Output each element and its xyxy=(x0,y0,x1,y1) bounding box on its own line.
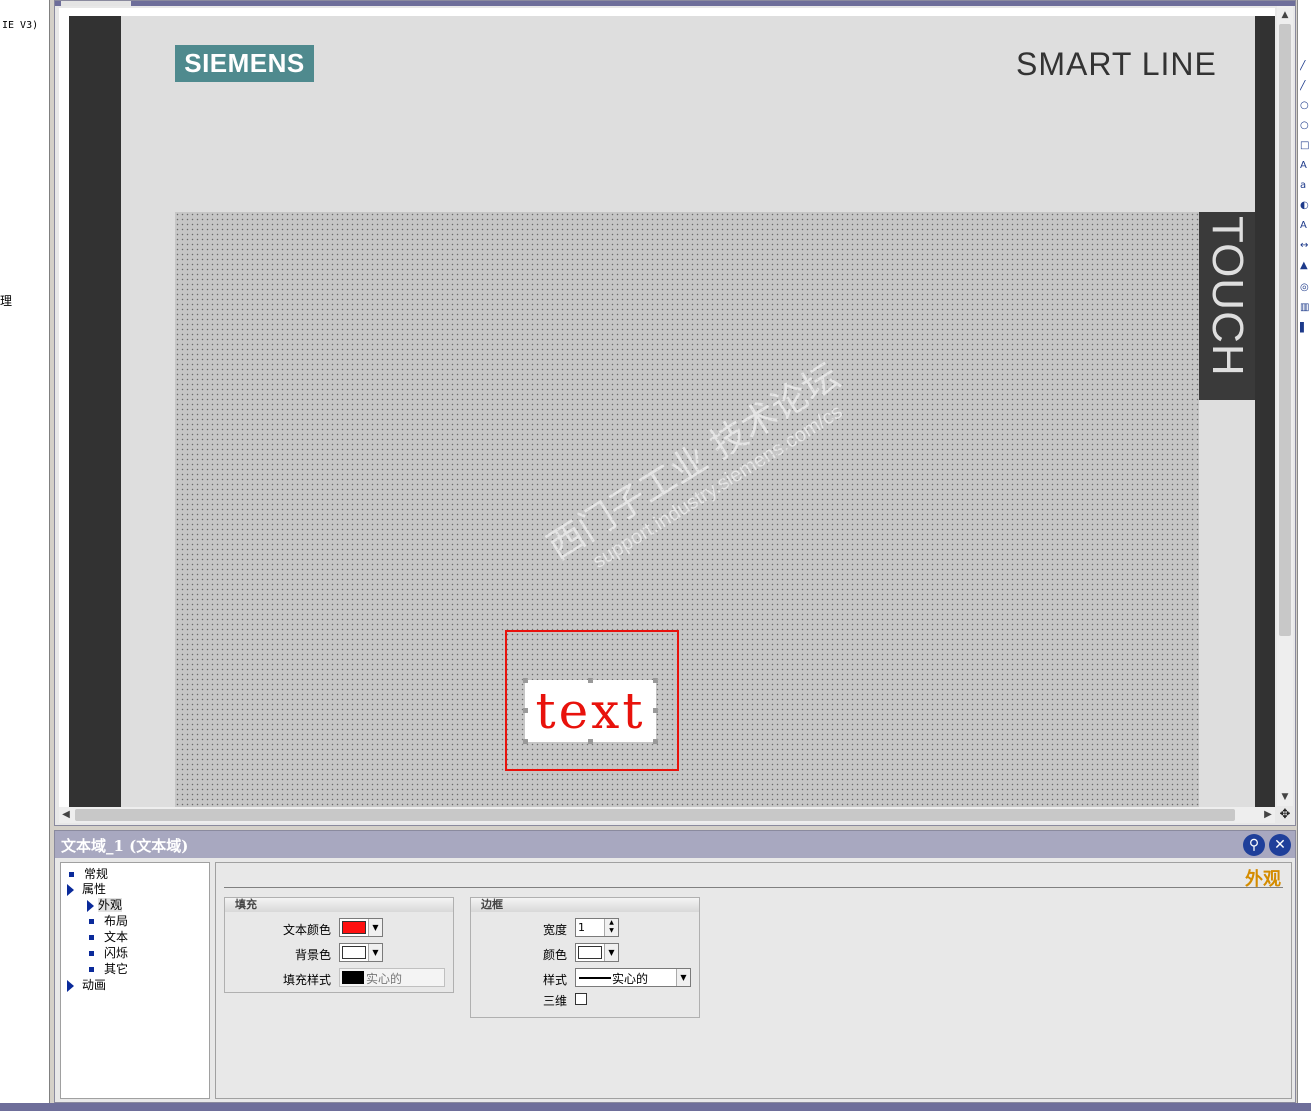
properties-title-bar: 文本域_1 (文本域) ⚲ ✕ xyxy=(55,831,1295,858)
fill-group: 填充 文本颜色 ▼ 背景色 ▼ 填充样式 实心的 xyxy=(224,897,454,993)
scroll-right-icon[interactable]: ▶ xyxy=(1261,807,1275,823)
border-style-value: 实心的 xyxy=(612,972,649,986)
fill-group-title: 填充 xyxy=(225,898,453,912)
touch-label: TOUCH xyxy=(1203,216,1252,377)
tree-item-appearance[interactable]: 外观 xyxy=(87,896,123,913)
border-width-label: 宽度 xyxy=(542,923,567,937)
chevron-down-icon[interactable]: ▼ xyxy=(368,919,382,936)
io-field-tool-icon[interactable]: a xyxy=(1300,180,1310,192)
editor-tab[interactable] xyxy=(61,1,131,6)
chevron-down-icon[interactable]: ▼ xyxy=(604,944,618,961)
polyline-tool-icon[interactable]: ╱ xyxy=(1300,80,1310,92)
rectangle-tool-icon[interactable]: □ xyxy=(1300,140,1310,152)
fill-style-label: 填充样式 xyxy=(282,973,331,987)
stepper-arrows-icon[interactable]: ▲ ▼ xyxy=(604,919,618,936)
fill-style-value: 实心的 xyxy=(366,972,403,986)
border-group: 边框 宽度 1 ▲ ▼ 颜色 ▼ 样式 实心的 ▼ 三维 xyxy=(470,897,700,1018)
border-width-stepper[interactable]: 1 ▲ ▼ xyxy=(575,918,619,937)
date-time-tool-icon[interactable]: ◎ xyxy=(1300,282,1310,294)
divider xyxy=(224,887,1283,888)
scroll-thumb[interactable] xyxy=(1279,24,1291,636)
screen-editor: SIEMENS SMART LINE TOUCH text 西门子工业 技术论坛… xyxy=(54,0,1296,826)
graphic-io-tool-icon[interactable]: ↔ xyxy=(1300,240,1310,252)
line-style-preview xyxy=(579,977,611,979)
three-d-label: 三维 xyxy=(542,994,567,1008)
color-swatch xyxy=(342,921,366,934)
tree-item-animation[interactable]: 动画 xyxy=(67,976,106,993)
selection-handle[interactable] xyxy=(653,708,658,713)
bar-tool-icon[interactable]: ▥ xyxy=(1300,302,1310,314)
chevron-down-icon[interactable]: ▼ xyxy=(368,944,382,961)
line-tool-icon[interactable]: ╱ xyxy=(1300,60,1310,72)
text-tool-icon[interactable]: A xyxy=(1300,160,1310,172)
tree-text: IE V3) xyxy=(2,20,39,31)
ellipse-tool-icon[interactable]: ○ xyxy=(1300,100,1310,112)
design-canvas[interactable]: SIEMENS SMART LINE TOUCH text 西门子工业 技术论坛… xyxy=(59,8,1275,808)
properties-content: 外观 填充 文本颜色 ▼ 背景色 ▼ 填充样式 实心的 边框 宽度 1 ▲ ▼ … xyxy=(215,862,1292,1099)
text-color-label: 文本颜色 xyxy=(282,923,331,937)
product-line-label: SMART LINE xyxy=(1016,46,1217,82)
properties-title: 文本域_1 (文本域) xyxy=(61,837,189,855)
selection-handle[interactable] xyxy=(588,678,593,683)
border-width-value: 1 xyxy=(578,921,585,934)
color-swatch xyxy=(342,946,366,959)
toolbox-strip: ╱ ╱ ○ ○ □ A a ◐ A ↔ ▲ ◎ ▥ ▌ xyxy=(1297,0,1311,1111)
border-style-select[interactable]: 实心的 ▼ xyxy=(575,968,691,987)
close-icon[interactable]: ✕ xyxy=(1269,834,1291,856)
pan-move-icon[interactable]: ✥ xyxy=(1277,807,1293,823)
border-style-label: 样式 xyxy=(542,973,567,987)
scroll-down-icon[interactable]: ▼ xyxy=(1279,790,1291,804)
color-swatch xyxy=(342,971,364,984)
tree-item-misc[interactable]: 其它 xyxy=(89,960,128,977)
border-color-picker[interactable]: ▼ xyxy=(575,943,619,962)
button-tool-icon[interactable]: ◐ xyxy=(1300,200,1310,212)
hmi-screen-area[interactable] xyxy=(175,212,1199,808)
scroll-thumb[interactable] xyxy=(75,809,1235,821)
selection-handle[interactable] xyxy=(523,708,528,713)
selection-handle[interactable] xyxy=(523,739,528,744)
symbolic-io-tool-icon[interactable]: A xyxy=(1300,220,1310,232)
text-color-picker[interactable]: ▼ xyxy=(339,918,383,937)
circle-tool-icon[interactable]: ○ xyxy=(1300,120,1310,132)
expand-arrow-icon xyxy=(67,979,74,992)
selection-handle[interactable] xyxy=(588,739,593,744)
tree-item-layout[interactable]: 布局 xyxy=(89,912,128,929)
vertical-scrollbar[interactable]: ▲ ▼ xyxy=(1277,6,1293,806)
border-color-label: 颜色 xyxy=(542,948,567,962)
graphic-view-tool-icon[interactable]: ▲ xyxy=(1300,260,1310,272)
switch-tool-icon[interactable]: ▌ xyxy=(1300,322,1310,334)
expand-arrow-icon xyxy=(67,883,74,896)
scroll-left-icon[interactable]: ◀ xyxy=(59,807,73,823)
border-group-title: 边框 xyxy=(471,898,699,912)
selection-handle[interactable] xyxy=(653,678,658,683)
tree-item-text[interactable]: 文本 xyxy=(89,928,128,945)
chevron-down-icon[interactable]: ▼ xyxy=(676,969,690,986)
bg-color-label: 背景色 xyxy=(294,948,331,962)
status-bar xyxy=(0,1103,1311,1111)
pin-icon[interactable]: ⚲ xyxy=(1243,834,1265,856)
selection-handle[interactable] xyxy=(523,678,528,683)
scroll-up-icon[interactable]: ▲ xyxy=(1279,8,1291,22)
hmi-device-face: SIEMENS SMART LINE TOUCH text 西门子工业 技术论坛… xyxy=(121,16,1255,808)
text-field-object[interactable]: text xyxy=(525,680,656,742)
properties-category-tree: 常规 属性 外观 布局 文本 闪烁 其它 动画 xyxy=(60,862,210,1099)
selected-arrow-icon xyxy=(87,899,94,912)
project-tree-strip: IE V3) 理 xyxy=(0,0,50,1103)
tree-item-properties[interactable]: 属性 xyxy=(67,880,106,897)
selection-handle[interactable] xyxy=(653,739,658,744)
editor-title-bar xyxy=(55,1,1295,6)
color-swatch xyxy=(578,946,602,959)
horizontal-scrollbar[interactable]: ◀ ▶ xyxy=(59,807,1275,823)
hmi-device-frame: SIEMENS SMART LINE TOUCH text 西门子工业 技术论坛… xyxy=(69,16,1275,808)
siemens-logo: SIEMENS xyxy=(175,45,314,82)
tree-item-flashing[interactable]: 闪烁 xyxy=(89,944,128,961)
tree-text: 理 xyxy=(0,294,13,308)
properties-inspector: 文本域_1 (文本域) ⚲ ✕ 常规 属性 外观 布局 文本 闪烁 其它 动画 … xyxy=(54,830,1296,1103)
bg-color-picker[interactable]: ▼ xyxy=(339,943,383,962)
fill-style-field[interactable]: 实心的 xyxy=(339,968,445,987)
three-d-checkbox[interactable] xyxy=(575,993,587,1005)
